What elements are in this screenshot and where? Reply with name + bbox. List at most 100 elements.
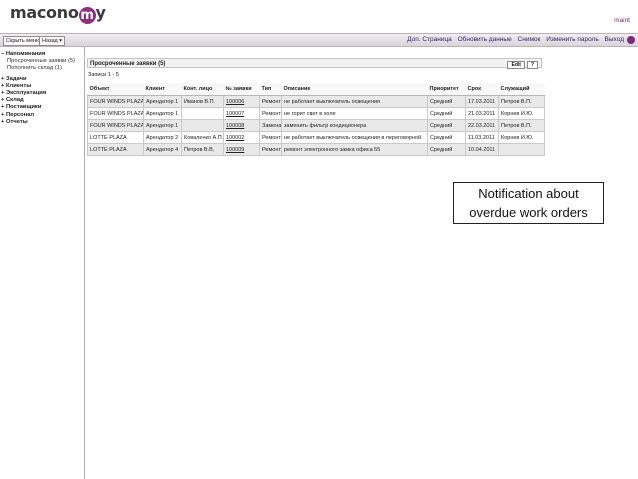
cell-client: Арендатор 2 bbox=[143, 131, 182, 144]
edit-button[interactable]: Edit bbox=[507, 61, 525, 69]
col-client[interactable]: Клиент bbox=[143, 83, 182, 96]
overdue-orders-panel: Просроченные заявки (5) Edit? Записи 1 -… bbox=[87, 58, 545, 166]
cell-description: не горит свет в холе bbox=[281, 107, 428, 120]
cell-type: Ремонт bbox=[259, 95, 282, 108]
hide-menu-button[interactable]: Скрыть меню bbox=[3, 35, 44, 46]
cell-employee: Корнев И.Ю. bbox=[498, 107, 545, 120]
order-link[interactable]: 100002 bbox=[226, 135, 244, 141]
col-deadline[interactable]: Срок bbox=[465, 83, 499, 96]
cell-order-number: 100007 bbox=[223, 107, 260, 120]
callout-line-2: overdue work orders bbox=[469, 205, 588, 220]
cell-priority: Средний bbox=[427, 143, 466, 156]
cell-employee bbox=[498, 143, 545, 156]
cell-order-number: 100009 bbox=[223, 143, 260, 156]
logo-text-start: macono bbox=[10, 3, 79, 22]
cell-employee: Петров В.П. bbox=[498, 119, 545, 132]
cell-order-number: 100006 bbox=[223, 95, 260, 108]
col-order-number[interactable]: № заявки bbox=[223, 83, 260, 96]
cell-priority: Средний bbox=[427, 131, 466, 144]
order-link[interactable]: 100008 bbox=[226, 123, 244, 129]
tree-item-overdue-orders[interactable]: Просроченные заявки (5) bbox=[1, 58, 84, 65]
table-row[interactable]: LOTTE PLAZA Арендатор 2 Коваленко А.П. 1… bbox=[87, 131, 545, 144]
cell-type: Ремонт bbox=[259, 143, 282, 156]
tree-item-operation[interactable]: + Эксплуатация bbox=[1, 90, 84, 97]
tree-item-warehouse[interactable]: + Склад bbox=[1, 97, 84, 104]
cell-priority: Средний bbox=[427, 95, 466, 108]
cell-order-number: 100002 bbox=[223, 131, 260, 144]
cell-contact: Петров В.В, bbox=[181, 143, 224, 156]
callout-line-1: Notification about bbox=[478, 186, 579, 201]
tree-item-suppliers[interactable]: + Поставщики bbox=[1, 104, 84, 111]
cell-object: FOUR WINDS PLAZA bbox=[87, 107, 144, 120]
cell-employee: Корнев И.Ю. bbox=[498, 131, 545, 144]
toolbar: Скрыть меню Назад ▾ Доп. Страница Обнови… bbox=[0, 33, 638, 47]
cell-client: Арендатор 1 bbox=[143, 119, 182, 132]
logo-text-end: y bbox=[95, 3, 106, 22]
table-row[interactable]: FOUR WINDS PLAZA Арендатор 1 Иванов В.П.… bbox=[87, 95, 545, 108]
cell-description: ремонт электронного замка офиса 55 bbox=[281, 143, 428, 156]
panel-title: Просроченные заявки (5) bbox=[90, 61, 166, 67]
cell-deadline: 10.04.2011 bbox=[465, 143, 499, 156]
back-button[interactable]: Назад ▾ bbox=[39, 35, 66, 46]
left-navigation: – Напоминания Просроченные заявки (5) По… bbox=[0, 47, 85, 479]
cell-description: заменить фильтр кондиционера bbox=[281, 119, 428, 132]
globe-icon[interactable] bbox=[627, 36, 635, 44]
cell-object: LOTTE PLAZA bbox=[87, 143, 144, 156]
col-object[interactable]: Объект bbox=[87, 83, 144, 96]
cell-client: Арендатор 1 bbox=[143, 95, 182, 108]
logout-link[interactable]: Выход bbox=[605, 36, 624, 43]
refresh-data-link[interactable]: Обновить данные bbox=[458, 36, 512, 43]
order-link[interactable]: 100007 bbox=[226, 111, 244, 117]
tree-item-tasks[interactable]: + Задачи bbox=[1, 76, 84, 83]
tree-item-clients[interactable]: + Клиенты bbox=[1, 83, 84, 90]
col-description[interactable]: Описание bbox=[281, 83, 428, 96]
cell-deadline: 17.03.2011 bbox=[465, 95, 499, 108]
panel-title-bar: Просроченные заявки (5) Edit? bbox=[87, 58, 542, 69]
change-password-link[interactable]: Изменить пароль bbox=[546, 36, 599, 43]
toolbar-links: Доп. Страница Обновить данные Снимок Изм… bbox=[403, 36, 624, 43]
cell-employee: Петров В.П. bbox=[498, 95, 545, 108]
snapshot-link[interactable]: Снимок bbox=[518, 36, 541, 43]
cell-deadline: 11.03.2011 bbox=[465, 131, 499, 144]
cell-description: не работает выключатель освещения bbox=[281, 95, 428, 108]
cell-contact bbox=[181, 119, 224, 132]
tree-item-reports[interactable]: + Отчеты bbox=[1, 119, 84, 126]
records-count: Записи 1 - 5 bbox=[88, 72, 119, 78]
cell-priority: Средний bbox=[427, 107, 466, 120]
cell-type: Ремонт bbox=[259, 131, 282, 144]
table-header-row: Объект Клиент Конт. лицо № заявки Тип Оп… bbox=[87, 83, 545, 96]
col-priority[interactable]: Приоритет bbox=[427, 83, 466, 96]
order-link[interactable]: 100009 bbox=[226, 147, 244, 153]
help-button[interactable]: ? bbox=[526, 61, 538, 69]
table-row[interactable]: LOTTE PLAZA Арендатор 4 Петров В.В, 1000… bbox=[87, 143, 545, 156]
cell-object: FOUR WINDS PLAZA bbox=[87, 119, 144, 132]
maconomy-logo: macono m y bbox=[10, 3, 106, 24]
cell-type: Замена bbox=[259, 119, 282, 132]
tree-item-reminders[interactable]: – Напоминания bbox=[1, 51, 84, 58]
cell-order-number: 100008 bbox=[223, 119, 260, 132]
cell-object: FOUR WINDS PLAZA bbox=[87, 95, 144, 108]
table-row[interactable]: FOUR WINDS PLAZA Арендатор 1 100008 Заме… bbox=[87, 119, 545, 132]
cell-client: Арендатор 4 bbox=[143, 143, 182, 156]
username-label: maint bbox=[614, 17, 630, 24]
overdue-orders-table: Объект Клиент Конт. лицо № заявки Тип Оп… bbox=[87, 83, 545, 156]
app-header: macono m y maint bbox=[0, 0, 638, 33]
logo-circle-letter: m bbox=[78, 7, 96, 24]
col-employee[interactable]: Служащий bbox=[498, 83, 545, 96]
extra-page-link[interactable]: Доп. Страница bbox=[407, 36, 452, 43]
cell-priority: Средний bbox=[427, 119, 466, 132]
table-row[interactable]: FOUR WINDS PLAZA Арендатор 1 100007 Ремо… bbox=[87, 107, 545, 120]
cell-client: Арендатор 1 bbox=[143, 107, 182, 120]
tree-item-staff[interactable]: + Персонал bbox=[1, 112, 84, 119]
col-contact[interactable]: Конт. лицо bbox=[181, 83, 224, 96]
nav-tree: – Напоминания Просроченные заявки (5) По… bbox=[0, 47, 84, 126]
cell-contact: Коваленко А.П. bbox=[181, 131, 224, 144]
cell-contact bbox=[181, 107, 224, 120]
cell-deadline: 22.03.2011 bbox=[465, 119, 499, 132]
order-link[interactable]: 100006 bbox=[226, 99, 244, 105]
cell-description: не работает выключатель освещения в пере… bbox=[281, 131, 428, 144]
col-type[interactable]: Тип bbox=[259, 83, 282, 96]
cell-type: Ремонт bbox=[259, 107, 282, 120]
tree-item-replenish-stock[interactable]: Пополнить склад (1) bbox=[1, 65, 84, 72]
cell-object: LOTTE PLAZA bbox=[87, 131, 144, 144]
